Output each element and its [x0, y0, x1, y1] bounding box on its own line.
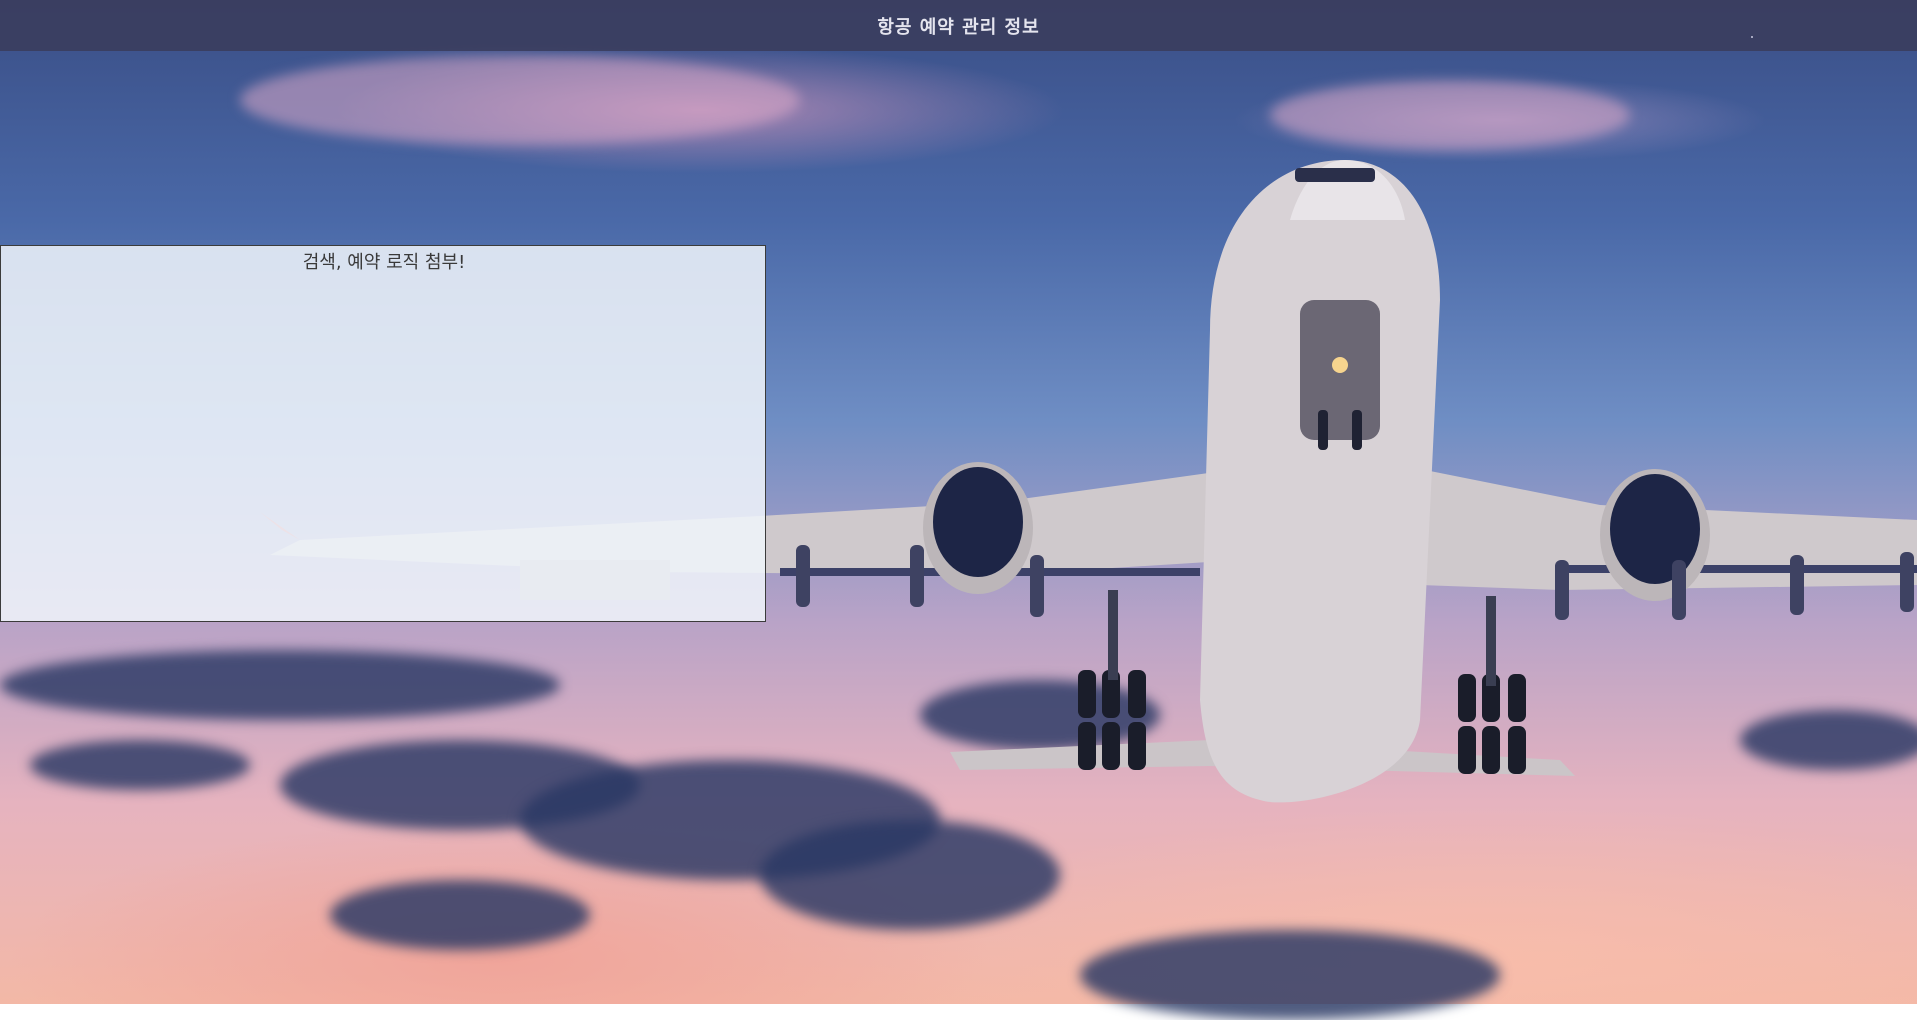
booking-panel: 검색, 예약 로직 첨부!	[0, 245, 766, 622]
panel-placeholder-text: 검색, 예약 로직 첨부!	[302, 252, 466, 273]
header-bar: 항공 예약 관리 정보	[0, 0, 1917, 51]
header-dot	[1751, 36, 1753, 38]
page-title: 항공 예약 관리 정보	[877, 16, 1040, 38]
